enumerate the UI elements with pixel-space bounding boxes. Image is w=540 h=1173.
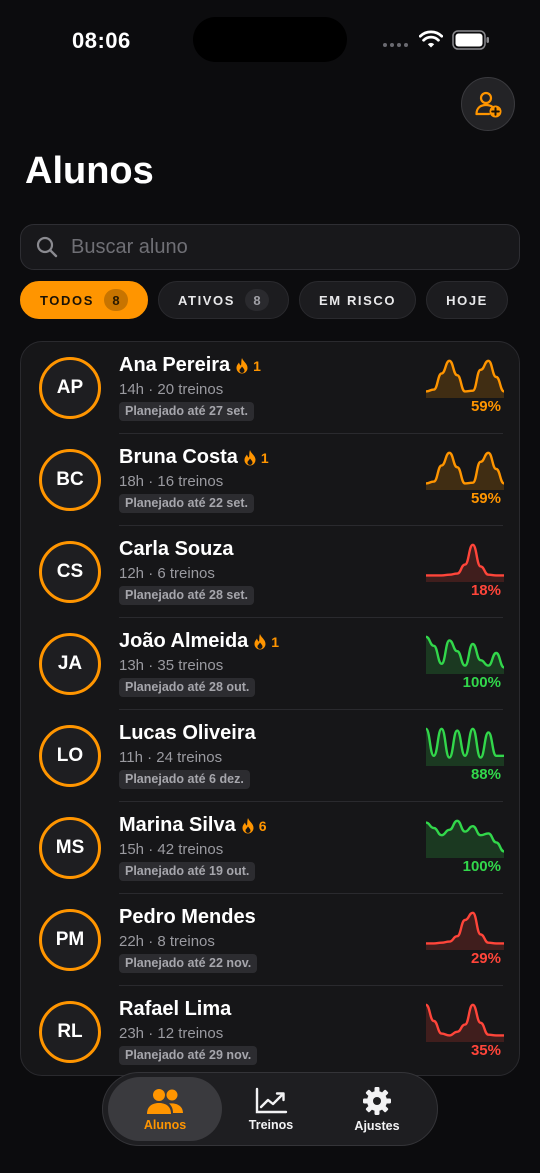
tab-alunos[interactable]: Alunos bbox=[108, 1077, 222, 1141]
activity-sparkline bbox=[426, 911, 504, 950]
student-meta: 18h · 16 treinos bbox=[119, 473, 224, 490]
flame-icon bbox=[241, 817, 255, 834]
page-title: Alunos bbox=[25, 150, 154, 192]
student-row[interactable]: RL Rafael Lima 23h · 12 treinos Planejad… bbox=[21, 986, 519, 1075]
adherence-percent: 100% bbox=[462, 858, 501, 875]
student-name: Bruna Costa bbox=[119, 446, 238, 468]
student-row[interactable]: PM Pedro Mendes 22h · 8 treinos Planejad… bbox=[21, 894, 519, 986]
plan-badge: Planejado até 6 dez. bbox=[119, 770, 250, 789]
trend-chart-icon bbox=[255, 1087, 288, 1113]
activity-sparkline bbox=[426, 727, 504, 766]
person-add-icon bbox=[475, 91, 502, 118]
activity-sparkline bbox=[426, 635, 504, 674]
filter-chip-count: 8 bbox=[245, 289, 270, 311]
avatar: PM bbox=[39, 909, 101, 971]
search-box[interactable] bbox=[20, 224, 520, 270]
plan-badge: Planejado até 22 nov. bbox=[119, 954, 258, 973]
student-name: Pedro Mendes bbox=[119, 906, 256, 928]
streak-count: 6 bbox=[258, 817, 267, 834]
filter-chip-label: TODOS bbox=[40, 292, 94, 308]
adherence-percent: 59% bbox=[470, 490, 501, 507]
sparkline-area bbox=[426, 912, 504, 950]
activity-sparkline bbox=[426, 359, 504, 398]
adherence-percent: 29% bbox=[470, 950, 501, 967]
tab-label: Ajustes bbox=[354, 1118, 400, 1133]
student-list: AP Ana Pereira 1 14h · 20 treinos Planej… bbox=[20, 341, 520, 1076]
student-row[interactable]: CS Carla Souza 12h · 6 treinos Planejado… bbox=[21, 526, 519, 618]
battery-icon bbox=[452, 30, 489, 50]
filter-chip-ativos[interactable]: ATIVOS 8 bbox=[158, 281, 290, 319]
avatar: MS bbox=[39, 817, 101, 879]
flame-icon bbox=[253, 633, 267, 650]
student-meta: 12h · 6 treinos bbox=[119, 565, 215, 582]
tab-bar: Alunos Treinos Ajustes bbox=[102, 1072, 438, 1146]
adherence-percent: 35% bbox=[470, 1042, 501, 1059]
dynamic-island bbox=[193, 17, 347, 62]
student-row[interactable]: JA João Almeida 1 13h · 35 treinos Plane… bbox=[21, 618, 519, 710]
student-meta: 15h · 42 treinos bbox=[119, 841, 224, 858]
avatar: RL bbox=[39, 1001, 101, 1063]
student-name: Rafael Lima bbox=[119, 998, 232, 1020]
status-time: 08:06 bbox=[72, 28, 131, 53]
student-meta: 23h · 12 treinos bbox=[119, 1025, 224, 1042]
plan-badge: Planejado até 22 set. bbox=[119, 494, 254, 513]
search-icon bbox=[36, 236, 58, 258]
plan-badge: Planejado até 27 set. bbox=[119, 402, 254, 421]
student-name: Lucas Oliveira bbox=[119, 722, 256, 744]
student-name: Carla Souza bbox=[119, 538, 234, 560]
filter-chip-em-risco[interactable]: EM RISCO bbox=[299, 281, 417, 319]
plan-badge: Planejado até 29 nov. bbox=[119, 1046, 258, 1065]
student-row[interactable]: AP Ana Pereira 1 14h · 20 treinos Planej… bbox=[21, 342, 519, 434]
adherence-percent: 88% bbox=[470, 766, 501, 783]
streak-count: 1 bbox=[253, 357, 261, 374]
search-input[interactable] bbox=[71, 235, 491, 259]
avatar: LO bbox=[39, 725, 101, 787]
student-row[interactable]: LO Lucas Oliveira 11h · 24 treinos Plane… bbox=[21, 710, 519, 802]
student-meta: 22h · 8 treinos bbox=[119, 933, 215, 950]
adherence-percent: 18% bbox=[470, 582, 501, 599]
filter-chip-label: EM RISCO bbox=[319, 292, 397, 308]
student-name: Marina Silva bbox=[119, 814, 236, 836]
student-meta: 11h · 24 treinos bbox=[119, 749, 223, 766]
student-meta: 13h · 35 treinos bbox=[119, 657, 224, 674]
filter-chip-todos[interactable]: TODOS 8 bbox=[20, 281, 148, 319]
avatar: BC bbox=[39, 449, 101, 511]
filter-chip-label: HOJE bbox=[446, 292, 488, 308]
flame-icon bbox=[243, 449, 257, 466]
activity-sparkline bbox=[426, 543, 504, 582]
people-icon bbox=[147, 1088, 183, 1114]
tab-ajustes[interactable]: Ajustes bbox=[320, 1077, 434, 1141]
filter-chip-count: 8 bbox=[104, 289, 128, 311]
student-name: João Almeida bbox=[119, 630, 249, 652]
add-student-button[interactable] bbox=[461, 77, 515, 131]
tab-treinos[interactable]: Treinos bbox=[214, 1077, 328, 1141]
wifi-icon bbox=[419, 30, 443, 48]
streak-count: 1 bbox=[271, 633, 280, 650]
adherence-percent: 100% bbox=[462, 674, 501, 691]
plan-badge: Planejado até 28 out. bbox=[119, 678, 256, 697]
adherence-percent: 59% bbox=[470, 398, 501, 415]
tab-label: Alunos bbox=[143, 1117, 187, 1132]
avatar: CS bbox=[39, 541, 101, 603]
activity-sparkline bbox=[426, 1003, 504, 1042]
activity-sparkline bbox=[426, 819, 504, 858]
student-name: Ana Pereira bbox=[119, 354, 231, 376]
plan-badge: Planejado até 28 set. bbox=[119, 586, 254, 605]
filter-chip-label: ATIVOS bbox=[178, 292, 236, 308]
flame-icon bbox=[235, 357, 249, 374]
streak-count: 1 bbox=[260, 449, 269, 466]
student-row[interactable]: BC Bruna Costa 1 18h · 16 treinos Planej… bbox=[21, 434, 519, 526]
gear-icon bbox=[363, 1086, 391, 1115]
student-row[interactable]: MS Marina Silva 6 15h · 42 treinos Plane… bbox=[21, 802, 519, 894]
student-meta: 14h · 20 treinos bbox=[119, 381, 224, 398]
filter-chip-hoje[interactable]: HOJE bbox=[426, 281, 508, 319]
filter-chips: TODOS 8 ATIVOS 8 EM RISCO HOJE bbox=[20, 281, 508, 319]
cellular-signal-icon bbox=[383, 43, 408, 47]
avatar: JA bbox=[39, 633, 101, 695]
activity-sparkline bbox=[426, 451, 504, 490]
tab-label: Treinos bbox=[248, 1117, 294, 1132]
avatar: AP bbox=[39, 357, 101, 419]
plan-badge: Planejado até 19 out. bbox=[119, 862, 256, 881]
status-bar: 08:06 bbox=[0, 0, 540, 80]
